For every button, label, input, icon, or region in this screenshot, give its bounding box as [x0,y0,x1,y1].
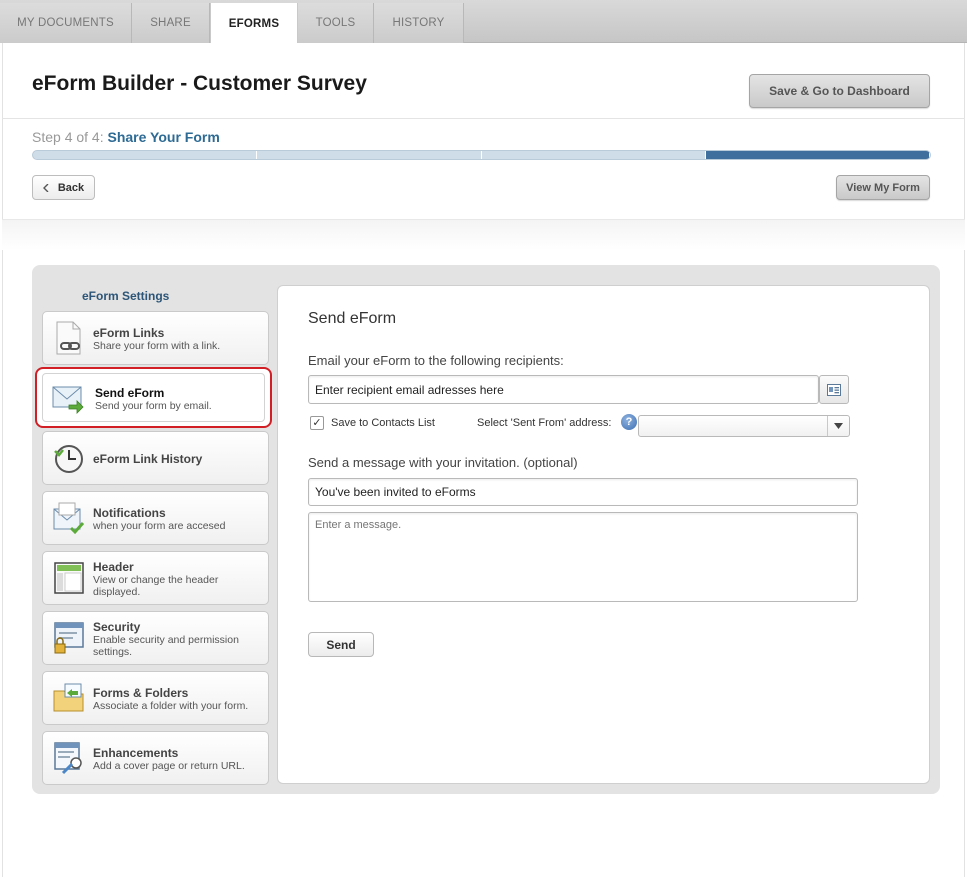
step-prefix: Step 4 of 4: [32,129,104,145]
sidebar-item-eform-link-history[interactable]: eForm Link History [42,431,269,485]
sidebar-item-label: Notifications [93,506,166,520]
tab-share[interactable]: SHARE [132,3,210,43]
sent-from-select[interactable] [638,415,850,437]
section-band [2,220,965,250]
view-my-form-button[interactable]: View My Form [836,175,930,200]
sidebar-title: eForm Settings [82,289,170,303]
sidebar-item-inner: Send eForm Send your form by email. [42,373,265,422]
panel-heading: Send eForm [308,310,397,327]
notification-mail-icon [53,502,85,535]
sidebar-item-description: Send your form by email. [95,400,212,412]
sidebar-item-header[interactable]: Header View or change the header display… [42,551,269,605]
sidebar-item-description: Associate a folder with your form. [93,700,249,712]
sidebar-item-notifications[interactable]: Notifications when your form are accesed [42,491,269,545]
sidebar-item-description: Share your form with a link. [93,340,221,352]
step-name: Share Your Form [107,129,220,145]
message-label: Send a message with your invitation. (op… [308,455,578,470]
progress-segment [482,151,706,159]
help-icon[interactable]: ? [621,414,637,430]
recipients-input[interactable] [308,375,819,404]
sidebar-item-label: Security [93,620,141,634]
back-arrow-icon [42,183,49,192]
clock-history-icon [54,445,83,473]
sidebar-item-label: eForm Link History [93,452,203,466]
sidebar-item-description: View or change the header displayed. [93,574,219,598]
save-contacts-label: Save to Contacts List [331,417,435,429]
send-button[interactable]: Send [308,632,374,657]
sidebar-item-send-eform[interactable]: Send eForm Send your form by email. [35,367,272,428]
header-layout-icon [54,562,84,594]
tab-history[interactable]: HISTORY [374,3,464,43]
step-progress-bar [32,150,931,160]
address-book-icon [827,383,841,396]
recipients-label: Email your eForm to the following recipi… [308,353,564,368]
address-book-button[interactable] [819,375,849,404]
enhancement-page-icon [54,742,82,775]
top-tab-bar: MY DOCUMENTS SHARE EFORMS TOOLS HISTORY [0,0,967,44]
sidebar-item-label: eForm Links [93,326,165,340]
save-contacts-checkbox[interactable]: ✓ [310,416,324,430]
sidebar-item-label: Header [93,560,134,574]
progress-segment [705,151,930,159]
divider [2,118,965,119]
folder-icon [53,683,84,712]
sidebar-item-description: Add a cover page or return URL. [93,760,245,772]
sidebar-item-description: when your form are accesed [93,520,226,532]
tab-tools[interactable]: TOOLS [298,3,374,43]
sent-from-label: Select 'Sent From' address: [477,417,612,429]
sidebar-item-enhancements[interactable]: Enhancements Add a cover page or return … [42,731,269,785]
wizard-step: Step 4 of 4: Share Your Form [32,129,220,145]
sidebar-item-label: Enhancements [93,746,179,760]
save-dashboard-button[interactable]: Save & Go to Dashboard [749,74,930,108]
back-button-label: Back [57,181,85,194]
sidebar-item-label: Send eForm [95,386,165,400]
sidebar-item-description: Enable security and permission settings. [93,634,239,658]
back-button[interactable]: Back [32,175,95,200]
message-textarea[interactable] [308,512,858,602]
link-document-icon [56,321,81,355]
tab-eforms[interactable]: EFORMS [210,3,298,44]
subject-input[interactable] [308,478,858,506]
page-title: eForm Builder - Customer Survey [32,72,367,95]
security-lock-icon [54,622,84,654]
sidebar-item-label: Forms & Folders [93,686,189,700]
progress-segment [257,151,482,159]
chevron-down-icon [827,416,849,436]
sidebar-item-eform-links[interactable]: eForm Links Share your form with a link. [42,311,269,365]
tab-my-documents[interactable]: MY DOCUMENTS [0,3,132,43]
sidebar-item-forms-folders[interactable]: Forms & Folders Associate a folder with … [42,671,269,725]
envelope-arrow-icon [52,386,84,414]
sidebar-item-security[interactable]: Security Enable security and permission … [42,611,269,665]
progress-segment [33,151,258,159]
